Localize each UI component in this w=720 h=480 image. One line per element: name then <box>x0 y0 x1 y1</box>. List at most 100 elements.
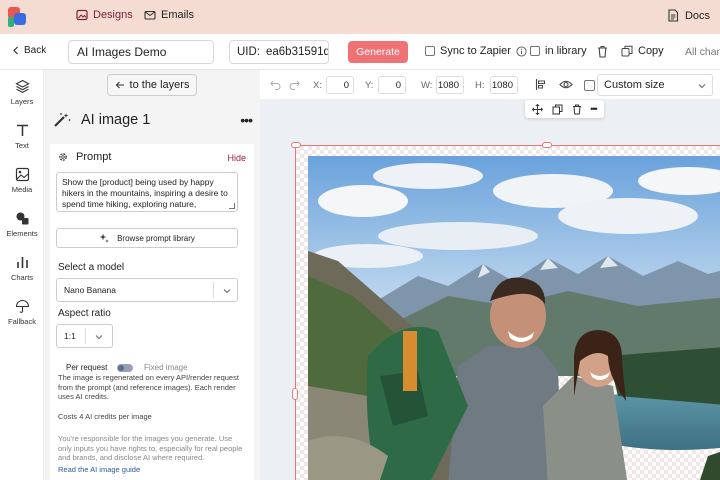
back-button[interactable]: Back <box>12 45 46 56</box>
chevron-down-icon <box>223 289 231 294</box>
frame-checkbox[interactable] <box>584 80 595 91</box>
prompt-label: Prompt <box>76 151 112 163</box>
checkbox-box[interactable] <box>425 46 435 56</box>
mail-icon <box>144 10 156 20</box>
responsibility-note: You're responsible for the images you ge… <box>58 434 243 462</box>
image-icon <box>76 9 88 21</box>
browse-prompt-library-button[interactable]: Browse prompt library <box>56 228 238 248</box>
docs-link[interactable]: Docs <box>667 9 710 22</box>
tab-emails-label: Emails <box>161 9 195 21</box>
hide-prompt-link[interactable]: Hide <box>227 153 246 163</box>
h-input[interactable]: 1080 <box>490 76 518 94</box>
size-value: Custom size <box>604 79 665 91</box>
copy-button[interactable]: Copy <box>621 45 664 57</box>
tab-designs-label: Designs <box>93 9 133 21</box>
resize-handle[interactable] <box>542 142 552 148</box>
docs-label: Docs <box>684 9 710 22</box>
rail-item-media[interactable]: Media <box>0 167 44 194</box>
design-canvas[interactable]: ••• <box>260 100 720 480</box>
canvas-size-select[interactable]: Custom size <box>597 74 713 96</box>
aspect-value: 1:1 <box>64 331 76 341</box>
resize-handle-icon[interactable] <box>229 203 235 209</box>
ai-image-frame[interactable] <box>291 142 720 480</box>
rail-label: Media <box>11 185 33 194</box>
sparkle-icon <box>99 233 110 243</box>
fallback-icon <box>15 299 29 313</box>
uid-field[interactable]: UID: ea6b31591d <box>229 40 329 64</box>
app-logo[interactable] <box>8 7 28 27</box>
rail-label: Charts <box>10 273 34 282</box>
rail-item-fallback[interactable]: Fallback <box>0 299 44 326</box>
credits-note: Costs 4 AI credits per image <box>58 412 152 421</box>
w-label: W: <box>421 80 433 91</box>
back-label: Back <box>24 45 47 56</box>
layer-title: AI image 1 <box>81 112 151 128</box>
gear-icon <box>59 153 67 161</box>
prompt-card: Prompt Hide Show the [product] being use… <box>50 144 254 480</box>
design-name-input[interactable] <box>68 40 214 64</box>
copy-icon <box>621 45 633 57</box>
sync-zapier-checkbox[interactable]: Sync to Zapier <box>425 45 527 57</box>
rail-item-charts[interactable]: Charts <box>0 255 44 282</box>
generate-button[interactable]: Generate <box>348 41 408 63</box>
prompt-textarea[interactable]: Show the [product] being used by happy h… <box>56 172 238 212</box>
resize-handle[interactable] <box>292 388 298 400</box>
arrow-left-icon <box>115 81 124 89</box>
model-select[interactable]: Nano Banana <box>56 278 238 302</box>
rail-label: Text <box>15 141 29 150</box>
render-mode-toggle[interactable] <box>117 364 133 372</box>
w-input[interactable]: 1080 <box>436 76 464 94</box>
in-library-checkbox[interactable]: in library <box>530 45 587 57</box>
redo-icon[interactable] <box>289 80 300 90</box>
trash-icon[interactable] <box>597 45 608 58</box>
uid-label: UID: <box>237 46 260 58</box>
rail-item-text[interactable]: Text <box>0 123 44 150</box>
h-label: H: <box>475 80 485 91</box>
more-options-icon[interactable]: ••• <box>240 112 253 128</box>
eye-icon[interactable] <box>559 79 573 90</box>
move-icon[interactable] <box>532 103 544 115</box>
info-icon[interactable] <box>516 45 527 57</box>
fixed-image-label: Fixed image <box>144 363 188 372</box>
resize-handle[interactable] <box>291 142 301 148</box>
rail-label: Elements <box>6 229 38 238</box>
prompt-text: Show the [product] being used by happy h… <box>62 177 228 211</box>
aspect-ratio-select[interactable]: 1:1 <box>56 324 113 348</box>
rail-item-elements[interactable]: Elements <box>0 211 44 238</box>
all-changes-status: All chan <box>685 46 720 58</box>
model-label: Select a model <box>58 262 125 273</box>
undo-icon[interactable] <box>270 80 281 90</box>
duplicate-icon[interactable] <box>552 104 563 115</box>
back-to-layers-button[interactable]: to the layers <box>107 74 197 96</box>
align-icon[interactable] <box>535 78 547 91</box>
model-value: Nano Banana <box>64 285 116 295</box>
tab-emails[interactable]: Emails <box>144 9 194 21</box>
element-floating-toolbar: ••• <box>525 100 604 118</box>
copy-label: Copy <box>638 45 664 57</box>
tab-designs[interactable]: Designs <box>76 9 133 21</box>
library-label: in library <box>545 45 587 57</box>
text-icon <box>16 124 28 136</box>
checkbox-box[interactable] <box>530 46 540 56</box>
per-request-label: Per request <box>66 363 108 372</box>
rail-label: Fallback <box>8 317 36 326</box>
left-rail: Layers Text Media Elements Charts Fallba… <box>0 70 44 480</box>
rail-item-layers[interactable]: Layers <box>0 79 44 106</box>
chevron-down-icon <box>698 84 706 89</box>
ai-image-guide-link[interactable]: Read the AI image guide <box>58 465 140 474</box>
layers-icon <box>14 79 30 94</box>
media-icon <box>15 167 29 182</box>
sync-label: Sync to Zapier <box>440 45 511 57</box>
x-input[interactable]: 0 <box>326 76 354 94</box>
layer-header: AI image 1 ••• <box>52 112 253 128</box>
delete-icon[interactable] <box>572 104 582 115</box>
y-input[interactable]: 0 <box>378 76 406 94</box>
regen-description: The image is regenerated on every API/re… <box>58 373 239 401</box>
browse-label: Browse prompt library <box>117 233 195 243</box>
more-icon[interactable]: ••• <box>590 104 598 114</box>
chevron-left-icon <box>13 46 18 55</box>
top-bar: Designs Emails Docs <box>0 0 720 34</box>
y-label: Y: <box>365 80 374 91</box>
canvas-toolbar: X: 0 Y: 0 W: 1080 H: 1080 Custom size <box>260 70 720 100</box>
design-toolbar: Back UID: ea6b31591d Generate Sync to Za… <box>0 34 720 70</box>
